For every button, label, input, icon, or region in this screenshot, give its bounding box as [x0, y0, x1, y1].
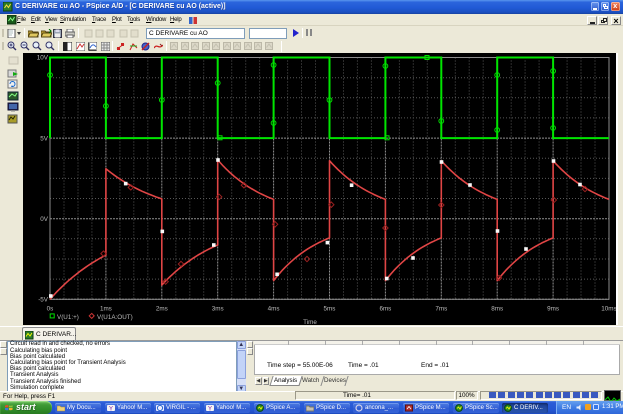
svg-text:Time: Time — [303, 319, 317, 325]
svg-text:10ms: 10ms — [601, 306, 616, 313]
svg-text:3ms: 3ms — [212, 306, 224, 313]
svg-text:7ms: 7ms — [435, 306, 447, 313]
svg-text:-5V: -5V — [38, 297, 49, 304]
svg-text:6ms: 6ms — [379, 306, 391, 313]
svg-text:10V: 10V — [37, 55, 49, 62]
svg-text:Y: Y — [208, 406, 212, 412]
svg-text:8ms: 8ms — [491, 306, 503, 313]
svg-text:9ms: 9ms — [547, 306, 559, 313]
svg-text:0s: 0s — [47, 306, 54, 313]
svg-text:5V: 5V — [40, 135, 49, 142]
svg-text:2ms: 2ms — [156, 306, 168, 313]
svg-text:5ms: 5ms — [324, 306, 336, 313]
svg-text:V(U1:+): V(U1:+) — [57, 314, 79, 321]
svg-text:Y: Y — [109, 406, 113, 412]
svg-text:1ms: 1ms — [100, 306, 112, 313]
svg-text:0V: 0V — [40, 216, 49, 223]
svg-text:V(U1A:OUT): V(U1A:OUT) — [97, 314, 133, 321]
svg-text:4ms: 4ms — [268, 306, 280, 313]
